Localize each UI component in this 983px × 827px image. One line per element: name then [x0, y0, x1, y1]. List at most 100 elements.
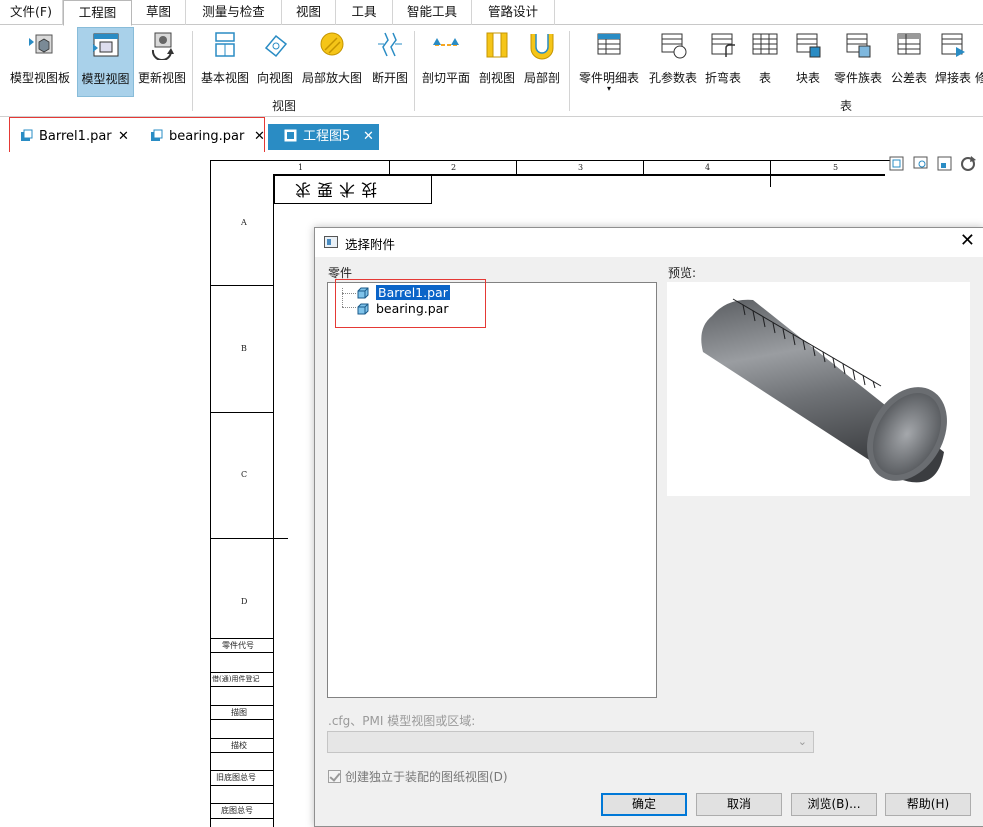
detail-view-icon	[320, 32, 344, 56]
weld-table-icon	[941, 33, 965, 57]
independent-view-checkbox[interactable]: 创建独立于装配的图纸视图(D)	[328, 768, 508, 785]
tab-drawing5[interactable]: 工程图5 ✕	[268, 124, 379, 150]
help-button[interactable]: 帮助(H)	[885, 793, 971, 816]
overflow-table-button[interactable]: 修	[975, 27, 983, 97]
family-table-button[interactable]: 零件族表	[830, 27, 886, 97]
menu-measure[interactable]: 测量与检查	[186, 0, 282, 25]
table-button[interactable]: 表	[748, 27, 782, 97]
zone-letter: D	[241, 597, 248, 606]
side-block-line	[210, 770, 273, 771]
side-block-line	[210, 752, 273, 753]
menu-bar: 文件(F) 工程图 草图 测量与检查 视图 工具 智能工具 管路设计	[0, 0, 983, 26]
model-view-palette-icon	[29, 34, 53, 54]
side-block-line	[210, 719, 273, 720]
parts-tree[interactable]: Barrel1.par bearing.par	[327, 282, 657, 698]
ribbon-separator	[414, 31, 415, 111]
zone-letter: B	[241, 344, 247, 353]
close-icon[interactable]: ✕	[960, 231, 975, 251]
ribbon-separator	[192, 31, 193, 111]
config-dropdown[interactable]: ⌄	[327, 731, 814, 753]
menu-view[interactable]: 视图	[282, 0, 336, 25]
part-file-icon	[151, 129, 163, 141]
tolerance-table-button[interactable]: 公差表	[887, 27, 931, 97]
family-table-icon	[846, 33, 871, 58]
side-block-line	[210, 818, 273, 819]
zone-tick	[389, 160, 390, 174]
zone-tick	[643, 160, 644, 174]
side-block-line	[210, 652, 273, 653]
detail-view-button[interactable]: 局部放大图	[298, 27, 366, 97]
checkbox-checked-icon	[328, 770, 341, 783]
fit-view-icon	[889, 156, 904, 171]
ok-button[interactable]: 确定	[601, 793, 687, 816]
auxiliary-view-button[interactable]: 向视图	[253, 27, 297, 97]
frame-line	[210, 160, 890, 161]
side-label: 零件代号	[222, 641, 254, 650]
hole-table-button[interactable]: 孔参数表	[645, 27, 701, 97]
zone-tick	[770, 160, 771, 187]
refresh-icon	[961, 156, 976, 171]
dialog-titlebar[interactable]: 选择附件 ✕	[315, 228, 983, 257]
weld-table-button[interactable]: 焊接表	[931, 27, 975, 97]
cutting-plane-icon	[433, 38, 459, 46]
cancel-button[interactable]: 取消	[696, 793, 782, 816]
side-label: 借(通)用件登记	[212, 675, 260, 683]
zone-number: 2	[451, 163, 457, 172]
chevron-down-icon: ⌄	[797, 735, 807, 748]
zone-divider	[210, 538, 288, 539]
broken-view-icon	[378, 32, 402, 57]
menu-file[interactable]: 文件(F)	[0, 0, 63, 25]
section-view-button[interactable]: 剖视图	[475, 27, 519, 97]
tab-close-icon[interactable]: ✕	[363, 124, 374, 150]
model-view-button[interactable]: 模型视图	[77, 27, 134, 97]
part-file-icon	[21, 129, 33, 141]
side-block-line	[210, 686, 273, 687]
menu-sketch[interactable]: 草图	[132, 0, 186, 25]
side-label: 描校	[231, 741, 247, 750]
tab-close-icon[interactable]: ✕	[254, 124, 265, 150]
broken-view-button[interactable]: 断开图	[367, 27, 413, 97]
drawing-file-icon	[284, 129, 297, 142]
menu-smart-tools[interactable]: 智能工具	[393, 0, 472, 25]
side-block-line	[210, 672, 273, 673]
tab-bearing[interactable]: bearing.par ✕	[150, 124, 265, 150]
model-view-palette-button[interactable]: 模型视图板	[4, 27, 76, 97]
config-label: .cfg、PMI 模型视图或区域:	[328, 714, 476, 728]
broken-out-section-button[interactable]: 局部剖	[520, 27, 564, 97]
update-views-button[interactable]: 更新视图	[135, 27, 189, 97]
zone-letter: A	[241, 218, 247, 227]
browse-button[interactable]: 浏览(B)...	[791, 793, 877, 816]
side-block-line	[210, 803, 273, 804]
section-view-icon	[486, 32, 508, 58]
parts-list-button[interactable]: 零件明细表 ▾	[574, 27, 644, 97]
update-views-icon	[151, 32, 174, 60]
canvas-toolbar	[889, 156, 976, 171]
menu-pipe-design[interactable]: 管路设计	[472, 0, 555, 25]
select-attachment-dialog: 选择附件 ✕ 零件 预览: Barrel1.par bearing.par .c…	[314, 227, 983, 827]
dialog-title: 选择附件	[345, 237, 396, 252]
hole-table-icon	[661, 33, 687, 59]
zone-divider	[210, 285, 273, 286]
barrel-preview-image	[701, 298, 947, 483]
table-group-label: 表	[840, 99, 853, 113]
side-label: 描图	[231, 708, 247, 717]
bend-table-button[interactable]: 折弯表	[702, 27, 744, 97]
frame-line	[210, 160, 211, 827]
zone-number: 5	[833, 163, 839, 172]
side-block-line	[210, 638, 273, 639]
bend-table-icon	[711, 33, 735, 57]
zone-number: 3	[578, 163, 584, 172]
parts-list-icon	[597, 33, 621, 55]
cutting-plane-button[interactable]: 剖切平面	[418, 27, 474, 97]
tab-close-icon[interactable]: ✕	[118, 124, 129, 150]
tab-barrel1[interactable]: Barrel1.par ✕	[20, 124, 135, 150]
zone-letter: C	[241, 470, 248, 479]
block-table-button[interactable]: 块表	[788, 27, 828, 97]
base-view-button[interactable]: 基本视图	[198, 27, 252, 97]
menu-drawing[interactable]: 工程图	[63, 0, 132, 26]
dialog-app-icon	[324, 236, 338, 248]
parts-list-dropdown-icon[interactable]: ▾	[574, 84, 644, 93]
block-table-icon	[796, 33, 821, 58]
menu-tools[interactable]: 工具	[336, 0, 393, 25]
auxiliary-view-icon	[264, 34, 288, 58]
